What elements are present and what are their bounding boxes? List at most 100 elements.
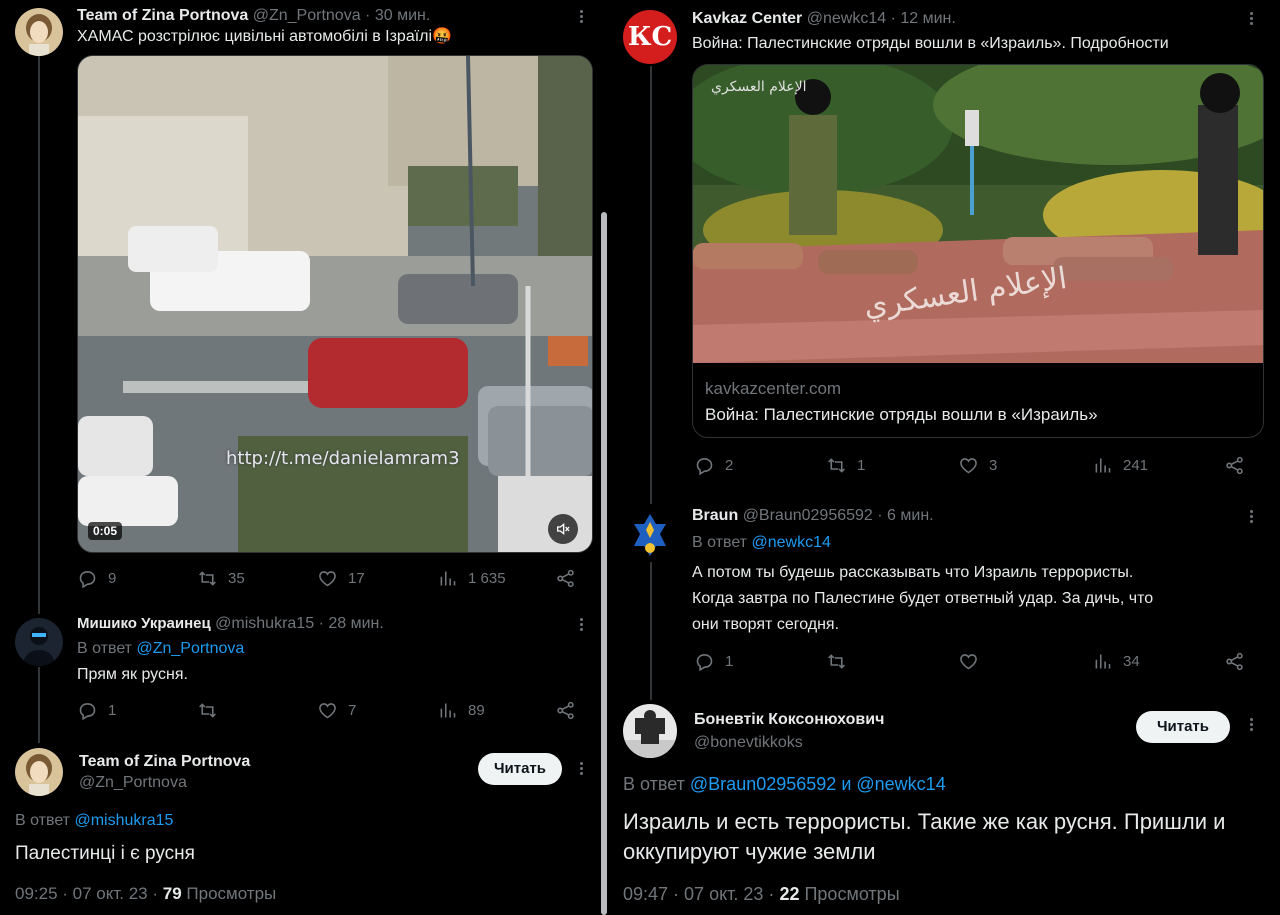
avatar-logo-text: КС bbox=[627, 22, 673, 52]
tweet-header: Kavkaz Center @newkc14 · 12 мин. bbox=[692, 9, 956, 29]
tweet-meta: 09:47 · 07 окт. 23 · 22 Просмотры bbox=[623, 884, 900, 905]
more-options-icon[interactable] bbox=[580, 8, 583, 25]
thread-line bbox=[650, 66, 652, 504]
tweet-header: Team of Zina Portnova @Zn_Portnova · 30 … bbox=[77, 6, 430, 26]
reply-button[interactable]: 2 bbox=[694, 455, 733, 476]
tweet-actions: 1 34 bbox=[694, 651, 1244, 671]
reply-context: В ответ @Zn_Portnova bbox=[77, 640, 244, 658]
avatar[interactable]: КС bbox=[623, 10, 677, 64]
tweet-text: А потом ты будешь рассказывать что Израи… bbox=[692, 560, 1262, 638]
tweet-video[interactable]: http://t.me/danielamram3 0:05 bbox=[77, 55, 593, 553]
link-card[interactable]: الإعلام العسكري الإعلام العسكري kavkazce… bbox=[692, 64, 1264, 438]
like-button[interactable] bbox=[958, 651, 989, 672]
share-button[interactable] bbox=[555, 700, 586, 721]
like-button[interactable]: 3 bbox=[958, 455, 997, 476]
more-options-icon[interactable] bbox=[1250, 716, 1253, 733]
like-count: 3 bbox=[989, 457, 998, 474]
tweet-time[interactable]: 6 мин. bbox=[887, 507, 934, 524]
reply-button[interactable]: 1 bbox=[77, 700, 116, 721]
share-button[interactable] bbox=[1224, 651, 1255, 672]
left-thread-screenshot: Team of Zina Portnova @Zn_Portnova · 30 … bbox=[0, 0, 600, 915]
author-name[interactable]: Team of Zina Portnova bbox=[77, 7, 248, 24]
more-options-icon[interactable] bbox=[1250, 508, 1253, 525]
views-button[interactable]: 89 bbox=[437, 700, 485, 721]
tweet-text-line: оккупируют чужие земли bbox=[623, 839, 876, 864]
thread-line bbox=[38, 667, 40, 743]
tweet-text-line: они творят сегодня. bbox=[692, 616, 840, 633]
reply-prefix: В ответ bbox=[15, 812, 71, 829]
tweet-text: Палестинці і є русня bbox=[15, 843, 195, 864]
like-count: 7 bbox=[348, 702, 357, 719]
tweet-time[interactable]: 28 мин. bbox=[328, 615, 383, 632]
image-watermark: الإعلام العسكري bbox=[711, 79, 807, 95]
reply-to-link[interactable]: @Zn_Portnova bbox=[136, 640, 244, 657]
retweet-button[interactable] bbox=[826, 651, 857, 672]
author-handle[interactable]: @Zn_Portnova bbox=[253, 7, 361, 24]
author-name[interactable]: Braun bbox=[692, 507, 738, 524]
author-name[interactable]: Боневтік Коксонюхович bbox=[694, 710, 884, 730]
author-handle[interactable]: @Zn_Portnova bbox=[79, 773, 187, 793]
author-handle[interactable]: @newkc14 bbox=[807, 10, 886, 27]
tweet-text-line: Израиль и есть террористы. Такие же как … bbox=[623, 809, 1226, 834]
views-label: Просмотры bbox=[804, 884, 900, 904]
views-button[interactable]: 1 635 bbox=[437, 568, 506, 589]
share-button[interactable] bbox=[1224, 455, 1255, 476]
like-button[interactable]: 7 bbox=[317, 700, 356, 721]
share-button[interactable] bbox=[555, 568, 586, 589]
views-button[interactable]: 241 bbox=[1092, 455, 1148, 476]
reply-count: 1 bbox=[108, 702, 117, 719]
reply-count: 2 bbox=[725, 457, 734, 474]
reply-prefix: В ответ bbox=[77, 640, 133, 657]
author-name[interactable]: Team of Zina Portnova bbox=[79, 752, 250, 772]
mute-icon[interactable] bbox=[548, 514, 578, 544]
views-count: 34 bbox=[1123, 653, 1140, 670]
reply-button[interactable]: 1 bbox=[694, 651, 733, 672]
avatar[interactable] bbox=[623, 704, 677, 758]
tweet-text: Война: Палестинские отряды вошли в «Изра… bbox=[692, 35, 1169, 52]
author-handle[interactable]: @bonevtikkoks bbox=[694, 733, 803, 753]
scrollbar-thumb[interactable] bbox=[601, 212, 607, 915]
avatar[interactable] bbox=[623, 508, 677, 562]
tweet-actions: 9 35 17 1 635 bbox=[77, 568, 577, 588]
separator: · bbox=[890, 10, 896, 27]
tweet-time[interactable]: 12 мин. bbox=[900, 10, 955, 27]
more-options-icon[interactable] bbox=[580, 616, 583, 633]
tweet-timestamp[interactable]: 09:47 · 07 окт. 23 · bbox=[623, 884, 774, 904]
more-options-icon[interactable] bbox=[1250, 10, 1253, 27]
avatar[interactable] bbox=[15, 8, 63, 56]
video-frame bbox=[78, 56, 592, 552]
follow-button[interactable]: Читать bbox=[478, 753, 562, 785]
tweet-actions: 2 1 3 241 bbox=[694, 455, 1244, 475]
more-options-icon[interactable] bbox=[580, 760, 583, 777]
avatar[interactable] bbox=[15, 748, 63, 796]
reply-to-link[interactable]: @Braun02956592 bbox=[690, 774, 836, 794]
views-count: 79 bbox=[162, 884, 182, 903]
views-count: 22 bbox=[779, 884, 800, 904]
reply-and: и bbox=[841, 774, 852, 794]
scrollbar[interactable] bbox=[600, 0, 608, 915]
separator: · bbox=[318, 615, 324, 632]
views-button[interactable]: 34 bbox=[1092, 651, 1140, 672]
author-handle[interactable]: @Braun02956592 bbox=[743, 507, 873, 524]
tweet-time[interactable]: 30 мин. bbox=[375, 7, 430, 24]
reply-button[interactable]: 9 bbox=[77, 568, 116, 589]
card-image bbox=[693, 65, 1263, 363]
tweet-timestamp[interactable]: 09:25 · 07 окт. 23 · bbox=[15, 884, 158, 903]
follow-button[interactable]: Читать bbox=[1136, 711, 1230, 743]
author-name[interactable]: Мишико Украинец bbox=[77, 615, 211, 632]
reply-to-link[interactable]: @mishukra15 bbox=[74, 812, 173, 829]
avatar[interactable] bbox=[15, 618, 63, 666]
tweet-header: Braun @Braun02956592 · 6 мин. bbox=[692, 506, 934, 526]
reply-to-link[interactable]: @newkc14 bbox=[751, 534, 830, 551]
retweet-button[interactable] bbox=[197, 700, 228, 721]
retweet-button[interactable]: 35 bbox=[197, 568, 245, 589]
views-count: 1 635 bbox=[468, 570, 506, 587]
reply-to-link[interactable]: @newkc14 bbox=[856, 774, 945, 794]
retweet-button[interactable]: 1 bbox=[826, 455, 865, 476]
reply-prefix: В ответ bbox=[623, 774, 685, 794]
reply-context: В ответ @Braun02956592 и @newkc14 bbox=[623, 774, 946, 795]
author-handle[interactable]: @mishukra15 bbox=[215, 615, 314, 632]
like-button[interactable]: 17 bbox=[317, 568, 365, 589]
card-title: Война: Палестинские отряды вошли в «Изра… bbox=[705, 405, 1098, 424]
author-name[interactable]: Kavkaz Center bbox=[692, 10, 802, 27]
